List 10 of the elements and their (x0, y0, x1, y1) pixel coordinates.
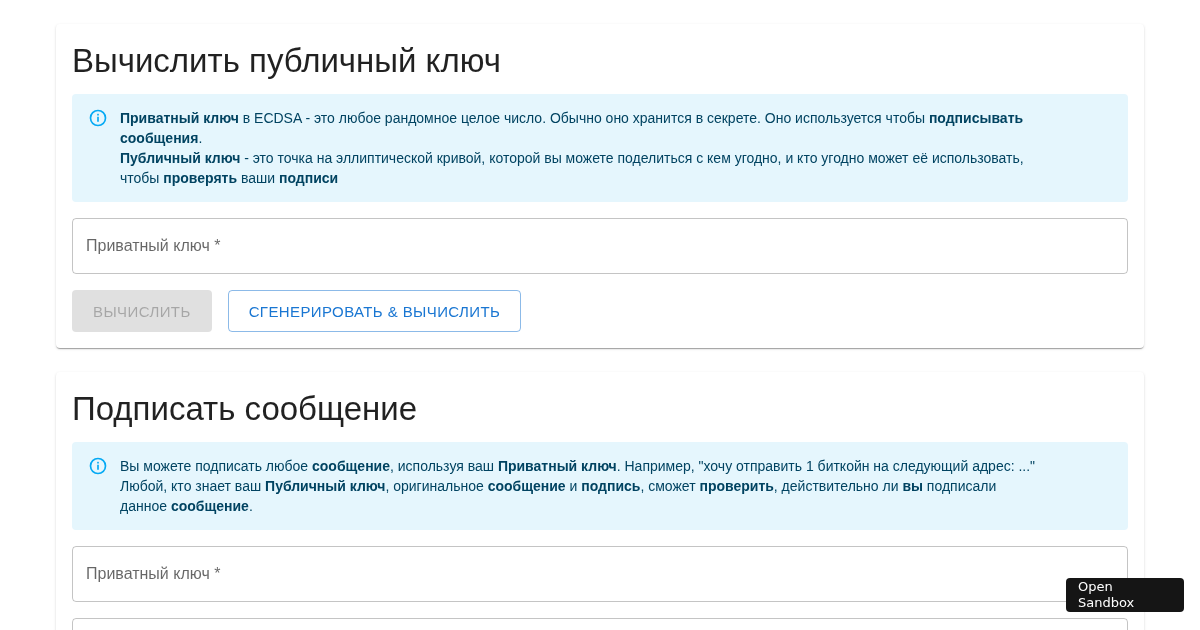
info-icon (88, 108, 108, 128)
alert-text: Вы можете подписать любое сообщение, используя ваш Приватный ключ. Например, "хочу отправить 1 биткойн на следующий адрес: ..." (120, 457, 1037, 476)
alert-text: Приватный ключ в ECDSA - это любое рандомное целое число. Обычно оно хранится в секрете. Оно используется чтобы подписывать сообщения. (120, 109, 1025, 148)
action-button[interactable]: СГЕНЕРИРОВАТЬ & ВЫЧИСЛИТЬ (227, 290, 522, 332)
open-sandbox-button[interactable]: Open Sandbox (1066, 578, 1184, 612)
card-title: Подписать сообщение (72, 389, 419, 429)
card-title: Вычислить публичный ключ (72, 41, 502, 81)
alert-text: Любой, кто знает ваш Публичный ключ, оригинальное сообщение и подпись, сможет проверить, действительно ли вы подписали данное сообщение. (120, 477, 998, 516)
info-icon (88, 456, 108, 476)
alert-text: Публичный ключ - это точка на эллиптической кривой, которой вы можете поделиться с кем угодно, и кто угодно может её использовать, чтобы проверять ваши подписи (120, 149, 1025, 188)
